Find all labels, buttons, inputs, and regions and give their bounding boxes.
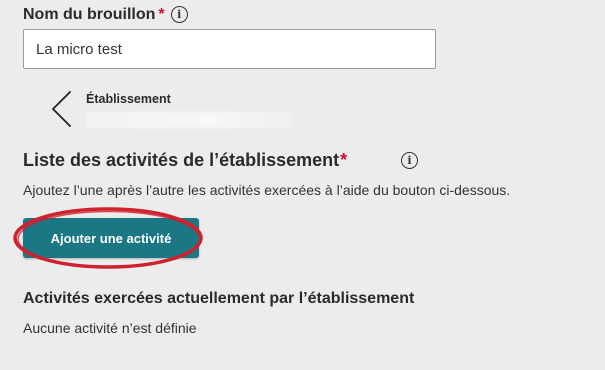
establishment-label: Établissement bbox=[86, 92, 171, 106]
activities-help-text: Ajoutez l’une après l’autre les activité… bbox=[23, 182, 511, 198]
establishment-name-redacted bbox=[86, 112, 291, 128]
draft-name-label-text: Nom du brouillon bbox=[23, 6, 156, 23]
current-activities-title: Activités exercées actuellement par l’ét… bbox=[23, 290, 415, 307]
activities-section-title: Liste des activités de l’établissement* bbox=[23, 150, 347, 171]
empty-activities-text: Aucune activité n’est définie bbox=[23, 320, 197, 336]
draft-name-input[interactable] bbox=[23, 29, 436, 69]
add-activity-button[interactable]: Ajouter une activité bbox=[23, 218, 199, 258]
required-marker: * bbox=[340, 150, 348, 170]
required-marker: * bbox=[158, 6, 165, 23]
info-icon[interactable]: i bbox=[170, 6, 188, 23]
chevron-left-icon[interactable] bbox=[50, 90, 72, 128]
activities-title-text: Liste des activités de l’établissement bbox=[23, 150, 340, 170]
info-icon[interactable]: i bbox=[401, 152, 418, 169]
draft-name-label: Nom du brouillon * i bbox=[23, 6, 188, 24]
